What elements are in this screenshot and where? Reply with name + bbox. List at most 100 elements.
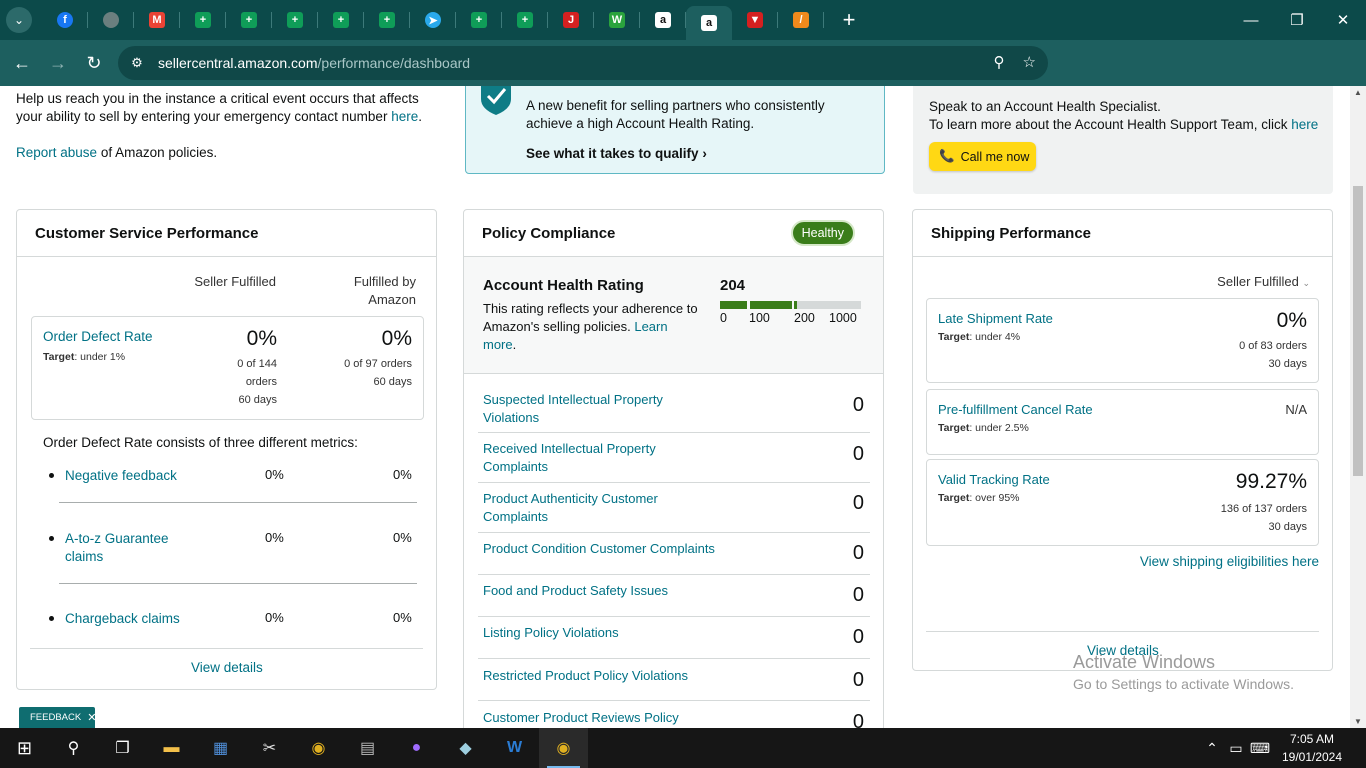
- app-icon: /: [793, 12, 809, 28]
- benefit-banner: A new benefit for selling partners who c…: [465, 86, 885, 174]
- page-scrollbar[interactable]: ▲ ▼: [1350, 86, 1366, 728]
- late-shipment-box: Late Shipment Rate Target: under 4% 0% 0…: [926, 298, 1319, 383]
- shipping-performance-card: Shipping Performance Seller Fulfilled ⌄ …: [912, 209, 1333, 671]
- browser-tab[interactable]: ▼: [732, 0, 778, 40]
- policy-link[interactable]: Product Authenticity Customer Complaints: [483, 490, 713, 526]
- browser-tab[interactable]: +: [272, 0, 318, 40]
- browser-tab[interactable]: J: [548, 0, 594, 40]
- policy-row: Restricted Product Policy Violations 0: [478, 659, 870, 701]
- close-icon[interactable]: ✕: [1320, 0, 1366, 40]
- browser-tab[interactable]: +: [226, 0, 272, 40]
- jumia-icon: J: [563, 12, 579, 28]
- emergency-contact-link[interactable]: here: [391, 109, 418, 124]
- windows-start-icon[interactable]: ⊞: [0, 728, 49, 768]
- scroll-up-icon[interactable]: ▲: [1350, 88, 1366, 97]
- scale-label: 0: [720, 311, 727, 325]
- browser-tab[interactable]: M: [134, 0, 180, 40]
- app-icon[interactable]: ▦: [196, 728, 245, 768]
- browser-tab[interactable]: a: [686, 6, 732, 40]
- keyboard-icon[interactable]: ⌨: [1248, 740, 1272, 757]
- late-shipment-link[interactable]: Late Shipment Rate: [938, 311, 1053, 326]
- policy-link[interactable]: Food and Product Safety Issues: [483, 582, 743, 600]
- calculator-icon[interactable]: ▤: [343, 728, 392, 768]
- zoom-icon[interactable]: ⚲: [994, 53, 1005, 71]
- messenger-icon[interactable]: ●: [392, 728, 441, 768]
- search-icon[interactable]: ⚲: [49, 728, 98, 768]
- browser-tab[interactable]: +: [364, 0, 410, 40]
- report-abuse-link[interactable]: Report abuse: [16, 145, 97, 160]
- rating-bar-segment: [750, 301, 792, 309]
- chrome-icon[interactable]: ◉: [294, 728, 343, 768]
- site-info-icon[interactable]: ⚙: [124, 55, 150, 71]
- notification-icon[interactable]: ▭: [1224, 740, 1248, 757]
- forward-icon[interactable]: →: [40, 45, 76, 81]
- globe-icon: [103, 12, 119, 28]
- negative-feedback-link[interactable]: Negative feedback: [65, 467, 177, 485]
- browser-tab[interactable]: /: [778, 0, 824, 40]
- rating-marker: [794, 301, 798, 309]
- cancel-rate-link[interactable]: Pre-fulfillment Cancel Rate: [938, 402, 1093, 417]
- activate-windows-subtext: Go to Settings to activate Windows.: [1073, 676, 1294, 692]
- chrome-active-icon[interactable]: ◉: [539, 728, 588, 768]
- bookmark-star-icon[interactable]: ☆: [1023, 53, 1036, 71]
- valid-tracking-link[interactable]: Valid Tracking Rate: [938, 472, 1050, 487]
- a-to-z-claims-link[interactable]: A-to-z Guarantee claims: [65, 530, 169, 566]
- call-me-now-button[interactable]: 📞 Call me now: [929, 142, 1036, 171]
- browser-tab[interactable]: +: [318, 0, 364, 40]
- qualify-link[interactable]: See what it takes to qualify ›: [526, 146, 707, 161]
- policy-link[interactable]: Product Condition Customer Complaints: [483, 540, 743, 558]
- scrollbar-thumb[interactable]: [1353, 186, 1363, 476]
- sheets-icon: +: [517, 12, 533, 28]
- policy-link[interactable]: Listing Policy Violations: [483, 624, 743, 642]
- browser-tab[interactable]: [88, 0, 134, 40]
- url-text: sellercentral.amazon.com/performance/das…: [158, 55, 471, 71]
- policy-link[interactable]: Suspected Intellectual Property Violation…: [483, 391, 713, 427]
- policy-link[interactable]: Restricted Product Policy Violations: [483, 667, 743, 685]
- new-tab-button[interactable]: +: [834, 7, 864, 33]
- browser-tab-bar: ⌄ f M + + + + + ➤ + + J Wa a ▼ / + — ❐ ✕: [0, 0, 1366, 40]
- telegram-icon: ➤: [425, 12, 441, 28]
- browser-tab[interactable]: +: [180, 0, 226, 40]
- word-icon[interactable]: W: [490, 728, 539, 768]
- scale-label: 1000: [829, 311, 857, 325]
- policy-link[interactable]: Received Intellectual Property Complaints: [483, 440, 713, 476]
- page-content: Help us reach you in the instance a crit…: [0, 86, 1350, 728]
- feedback-button[interactable]: FEEDBACK ✕: [19, 707, 96, 728]
- back-icon[interactable]: ←: [4, 45, 40, 81]
- browser-tab[interactable]: +: [456, 0, 502, 40]
- clock[interactable]: 7:05 AM 19/01/2024: [1272, 730, 1352, 766]
- browser-tab[interactable]: +: [502, 0, 548, 40]
- fulfillment-select[interactable]: Seller Fulfilled ⌄: [1217, 274, 1310, 289]
- chargeback-claims-link[interactable]: Chargeback claims: [65, 610, 180, 628]
- order-defect-rate-box: Order Defect Rate Target: under 1% 0% 0 …: [31, 316, 424, 420]
- restore-icon[interactable]: ❐: [1274, 0, 1320, 40]
- minimize-icon[interactable]: —: [1228, 0, 1274, 40]
- browser-tab[interactable]: W: [594, 0, 640, 40]
- scroll-down-icon[interactable]: ▼: [1350, 717, 1366, 726]
- reload-icon[interactable]: ↻: [76, 45, 112, 81]
- policy-row: Product Authenticity Customer Complaints …: [478, 483, 870, 533]
- view-details-link[interactable]: View details: [191, 660, 263, 675]
- close-icon[interactable]: ✕: [87, 711, 96, 724]
- shipping-eligibilities-link[interactable]: View shipping eligibilities here: [1140, 554, 1319, 569]
- divider: [30, 648, 423, 649]
- task-view-icon[interactable]: ❐: [98, 728, 147, 768]
- browser-tab[interactable]: a: [640, 0, 686, 40]
- browser-tab[interactable]: ➤: [410, 0, 456, 40]
- policy-row: Customer Product Reviews Policy 0: [483, 709, 864, 728]
- url-input[interactable]: ⚙ sellercentral.amazon.com/performance/d…: [118, 46, 1048, 80]
- browser-tab[interactable]: f: [42, 0, 88, 40]
- policy-link[interactable]: Customer Product Reviews Policy: [483, 709, 743, 727]
- policy-compliance-card: Policy Compliance Healthy Account Health…: [463, 209, 884, 728]
- tab-search-button[interactable]: ⌄: [6, 7, 32, 33]
- file-explorer-icon[interactable]: ▬: [147, 728, 196, 768]
- status-badge: Healthy: [790, 220, 855, 246]
- app-icon[interactable]: ◆: [441, 728, 490, 768]
- sheets-icon: +: [195, 12, 211, 28]
- chevron-up-icon[interactable]: ⌃: [1200, 740, 1224, 757]
- odr-fba-value: 0%: [381, 327, 412, 350]
- app-icon[interactable]: ✂: [245, 728, 294, 768]
- support-team-link[interactable]: here: [1291, 117, 1318, 132]
- column-header: Seller Fulfilled: [194, 274, 276, 289]
- order-defect-rate-link[interactable]: Order Defect Rate: [43, 329, 153, 344]
